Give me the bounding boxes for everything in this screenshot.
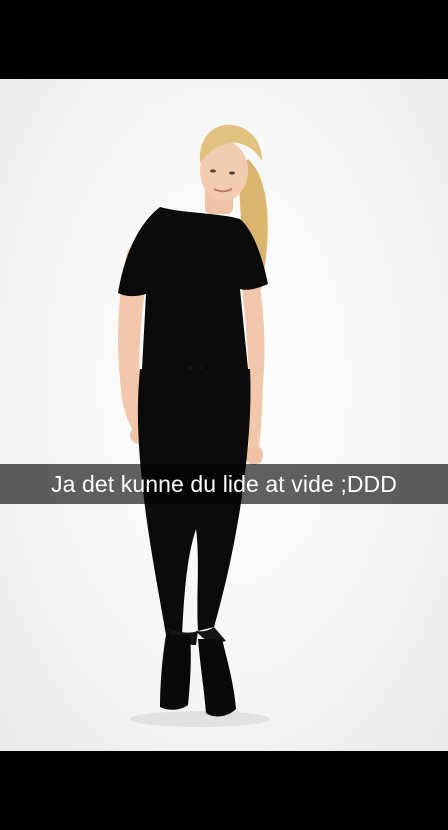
caption-text: Ja det kunne du lide at vide ;DDD [51,470,397,497]
top-letterbox-bar [0,0,448,79]
snap-view[interactable]: Ja det kunne du lide at vide ;DDD [0,0,448,830]
eye-right [229,171,235,175]
left-boot [160,635,191,710]
floor-shadow [130,711,270,727]
snap-photo[interactable]: Ja det kunne du lide at vide ;DDD [0,79,448,751]
eye-left [210,169,216,173]
caption-bar: Ja det kunne du lide at vide ;DDD [0,464,448,504]
right-boot [198,639,236,717]
model-photo-illustration [118,124,270,727]
bottom-letterbox-bar [0,751,448,830]
